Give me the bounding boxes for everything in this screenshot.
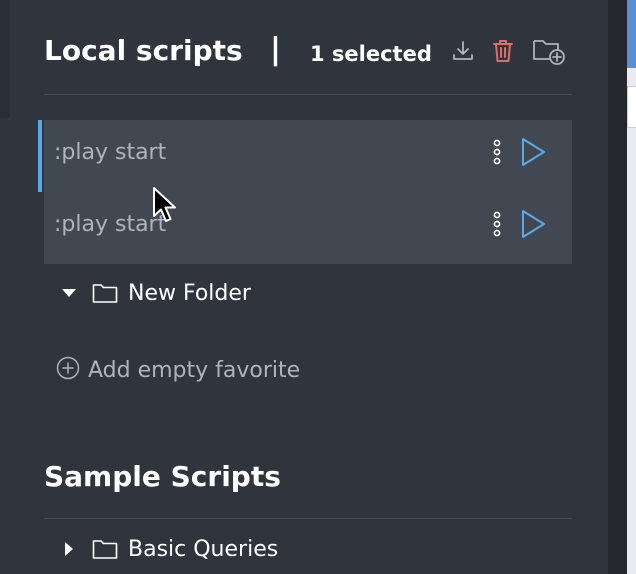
selection-accent bbox=[38, 120, 42, 192]
sample-scripts-divider bbox=[44, 518, 572, 519]
caret-down-icon[interactable] bbox=[60, 288, 78, 298]
caret-right-icon[interactable] bbox=[60, 541, 78, 557]
play-icon[interactable] bbox=[518, 136, 548, 168]
folder-item[interactable]: Basic Queries bbox=[60, 533, 278, 565]
folder-item[interactable]: New Folder bbox=[60, 277, 251, 309]
script-label: :play start bbox=[54, 212, 167, 237]
add-empty-favorite-label: Add empty favorite bbox=[88, 357, 301, 383]
play-icon[interactable] bbox=[518, 208, 548, 240]
mouse-cursor-icon bbox=[152, 186, 178, 228]
folder-label: Basic Queries bbox=[128, 536, 279, 562]
more-options-icon[interactable] bbox=[490, 138, 504, 166]
header-divider bbox=[44, 94, 572, 95]
more-options-icon[interactable] bbox=[490, 210, 504, 238]
script-label: :play start bbox=[54, 140, 167, 165]
script-item[interactable]: :play start bbox=[44, 192, 572, 264]
local-scripts-title: Local scripts bbox=[44, 34, 243, 67]
sample-scripts-title: Sample Scripts bbox=[44, 460, 281, 493]
folder-icon bbox=[92, 282, 118, 304]
header-separator: | bbox=[270, 32, 281, 67]
script-item[interactable]: :play start bbox=[38, 120, 572, 192]
folder-plus-icon[interactable] bbox=[532, 36, 566, 66]
selected-count: 1 selected bbox=[310, 42, 432, 66]
local-scripts-header: Local scripts | 1 selected bbox=[44, 30, 574, 74]
add-empty-favorite-button[interactable]: Add empty favorite bbox=[56, 356, 300, 384]
folder-icon bbox=[92, 538, 118, 560]
editor-top-bar-edge bbox=[627, 0, 636, 68]
plus-circle-icon bbox=[56, 356, 80, 384]
left-gutter-stripe bbox=[0, 118, 10, 574]
trash-icon[interactable] bbox=[490, 36, 516, 66]
folder-label: New Folder bbox=[128, 280, 251, 306]
download-icon[interactable] bbox=[450, 36, 476, 66]
editor-card-edge bbox=[627, 86, 636, 128]
